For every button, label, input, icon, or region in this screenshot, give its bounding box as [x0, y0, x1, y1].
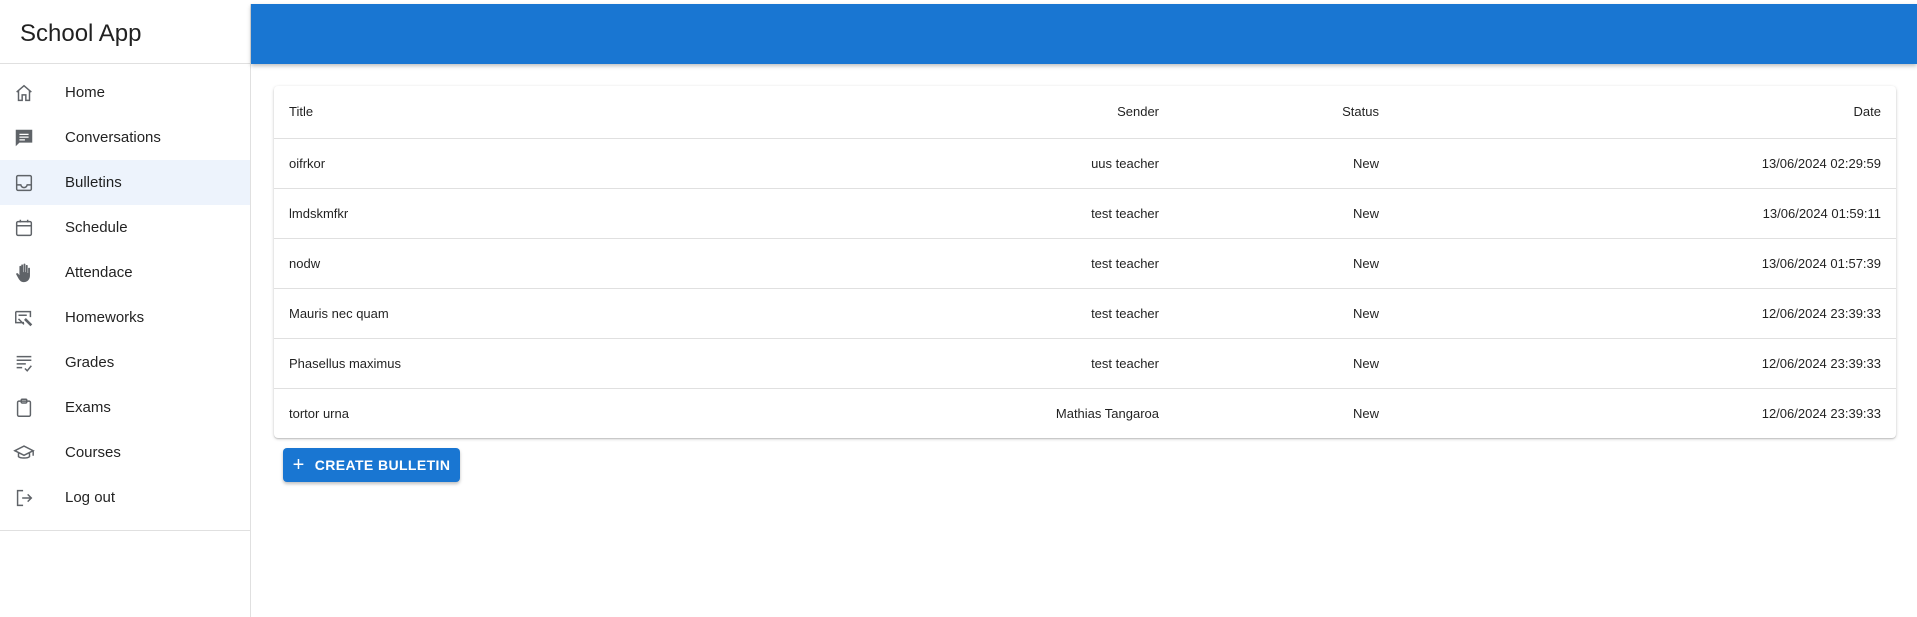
cell-sender: test teacher	[974, 188, 1174, 239]
sidebar-item-bulletins[interactable]: Bulletins	[0, 160, 250, 205]
home-icon	[12, 81, 36, 105]
app-root: School App Home Conversations Bulletins	[0, 0, 1917, 617]
table-row[interactable]: oifrkor uus teacher New 13/06/2024 02:29…	[274, 138, 1896, 189]
sidebar-item-label: Schedule	[65, 219, 128, 236]
cell-sender: Mathias Tangaroa	[1055, 405, 1159, 421]
clipboard-icon	[12, 396, 36, 420]
sidebar-item-attendace[interactable]: Attendace	[0, 250, 250, 295]
header-date: Date	[1394, 86, 1896, 139]
logout-icon	[12, 486, 36, 510]
sidebar-item-courses[interactable]: Courses	[0, 430, 250, 475]
cell-title: Phasellus maximus	[274, 338, 974, 389]
school-icon	[12, 441, 36, 465]
chat-icon	[12, 126, 36, 150]
cell-status: New	[1174, 238, 1394, 289]
grades-icon	[12, 351, 36, 375]
cell-date: 13/06/2024 02:29:59	[1394, 138, 1896, 189]
cell-status: New	[1174, 338, 1394, 389]
calendar-icon	[12, 216, 36, 240]
table-row[interactable]: Mauris nec quam test teacher New 12/06/2…	[274, 288, 1896, 339]
cell-sender: test teacher	[974, 288, 1174, 339]
homework-icon	[12, 306, 36, 330]
cell-title: lmdskmfkr	[274, 188, 974, 239]
sidebar-item-label: Attendace	[65, 264, 133, 281]
cell-sender: uus teacher	[974, 138, 1174, 189]
sidebar-item-schedule[interactable]: Schedule	[0, 205, 250, 250]
inbox-icon	[12, 171, 36, 195]
sidebar-item-label: Log out	[65, 489, 116, 506]
sidebar-item-home[interactable]: Home	[0, 70, 250, 115]
plus-icon: +	[292, 454, 305, 476]
cell-date: 13/06/2024 01:59:11	[1394, 188, 1896, 239]
sidebar-item-homeworks[interactable]: Homeworks	[0, 295, 250, 340]
sidebar-item-label: Conversations	[65, 129, 161, 146]
app-bar	[251, 4, 1917, 64]
create-bulletin-label: CREATE BULLETIN	[314, 457, 451, 473]
cell-title: Mauris nec quam	[274, 288, 974, 339]
cell-status: New	[1174, 188, 1394, 239]
bulletins-table: Title Sender Status Date oifrkor uus tea…	[274, 86, 1896, 438]
cell-title: tortor urna	[289, 405, 349, 421]
header-title: Title	[274, 86, 974, 139]
sidebar-item-logout[interactable]: Log out	[0, 475, 250, 520]
sidebar-item-conversations[interactable]: Conversations	[0, 115, 250, 160]
sidebar-item-label: Courses	[65, 444, 121, 461]
sidebar: School App Home Conversations Bulletins	[0, 4, 251, 617]
sidebar-nav: Home Conversations Bulletins Schedule At…	[0, 64, 250, 531]
cell-status: New	[1174, 288, 1394, 339]
cell-status: New	[1174, 138, 1394, 189]
cell-date: 12/06/2024 23:39:33	[1394, 338, 1896, 389]
app-title: School App	[0, 4, 250, 64]
cell-sender: test teacher	[974, 238, 1174, 289]
cell-sender: test teacher	[974, 338, 1174, 389]
table-header-row: Title Sender Status Date	[274, 86, 1896, 139]
sidebar-item-label: Grades	[65, 354, 115, 371]
sidebar-item-label: Home	[65, 84, 106, 101]
create-bulletin-button[interactable]: + CREATE BULLETIN	[283, 448, 460, 482]
table-row[interactable]: tortor urna Mathias Tangaroa New 12/06/2…	[274, 388, 1896, 438]
hand-icon	[12, 261, 36, 285]
cell-status: New	[1352, 405, 1379, 421]
cell-date: 13/06/2024 01:57:39	[1394, 238, 1896, 289]
cell-title: oifrkor	[274, 138, 974, 189]
sidebar-item-grades[interactable]: Grades	[0, 340, 250, 385]
table-row[interactable]: nodw test teacher New 13/06/2024 01:57:3…	[274, 238, 1896, 289]
header-sender: Sender	[974, 86, 1174, 139]
cell-date: 12/06/2024 23:39:33	[1761, 405, 1881, 421]
sidebar-item-exams[interactable]: Exams	[0, 385, 250, 430]
header-status: Status	[1174, 86, 1394, 139]
bulletins-table-card: Title Sender Status Date oifrkor uus tea…	[274, 86, 1896, 438]
main-content: Title Sender Status Date oifrkor uus tea…	[251, 64, 1917, 617]
cell-title: nodw	[274, 238, 974, 289]
table-row[interactable]: lmdskmfkr test teacher New 13/06/2024 01…	[274, 188, 1896, 239]
sidebar-item-label: Bulletins	[65, 174, 122, 191]
sidebar-item-label: Exams	[65, 399, 111, 416]
sidebar-item-label: Homeworks	[65, 309, 145, 326]
table-row[interactable]: Phasellus maximus test teacher New 12/06…	[274, 338, 1896, 389]
cell-date: 12/06/2024 23:39:33	[1394, 288, 1896, 339]
